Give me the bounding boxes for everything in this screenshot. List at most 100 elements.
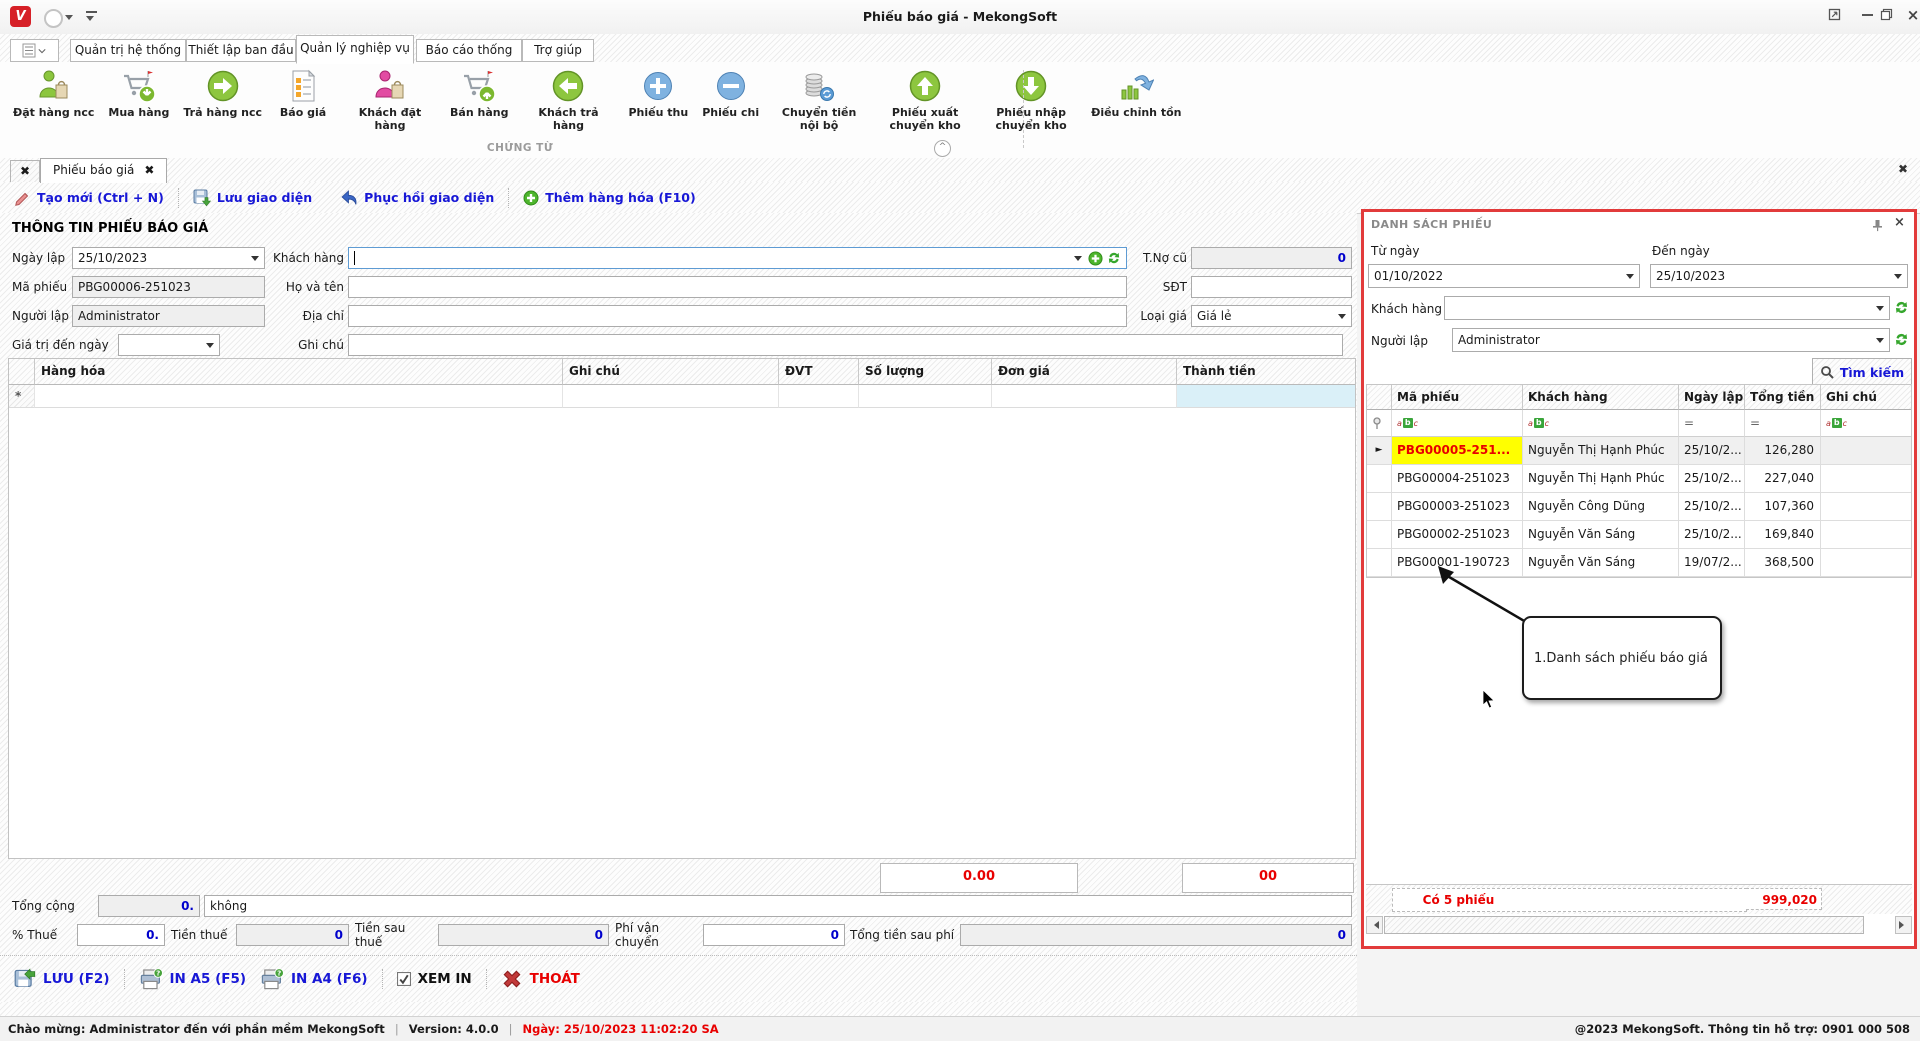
- col-thanh-tien[interactable]: Thành tiền: [1177, 359, 1355, 385]
- items-grid-new-row[interactable]: *: [9, 385, 1355, 408]
- chevron-down-icon[interactable]: [1074, 255, 1082, 265]
- restore-layout-button[interactable]: Phục hồi giao diện: [326, 189, 508, 207]
- table-row[interactable]: PBG00003-251023 Nguyễn Công Dũng 25/10/2…: [1367, 493, 1911, 521]
- tab-thiet-lap-ban-dau[interactable]: Thiết lập ban đầu: [186, 39, 296, 62]
- panel-khach-hang-combo[interactable]: [1444, 296, 1890, 320]
- chevron-down-icon[interactable]: [1894, 273, 1902, 283]
- minimize-icon[interactable]: [1856, 14, 1878, 32]
- tong-cong-text[interactable]: không: [204, 895, 1352, 917]
- tab-phieu-bao-gia[interactable]: Phiếu báo giá ✖: [40, 158, 168, 183]
- scroll-right-icon[interactable]: [1895, 916, 1912, 934]
- new-row-cell[interactable]: [35, 385, 563, 408]
- loai-gia-combo[interactable]: Giá lẻ: [1191, 305, 1352, 327]
- restore-icon[interactable]: [1880, 8, 1902, 26]
- dia-chi-input[interactable]: [348, 305, 1127, 327]
- tab-close-left-icon[interactable]: ✖: [10, 160, 40, 183]
- add-item-button[interactable]: Thêm hàng hóa (F10): [509, 190, 709, 206]
- den-ngay-combo[interactable]: 25/10/2023: [1650, 264, 1908, 288]
- filter-ngay-lap[interactable]: =: [1679, 410, 1745, 437]
- toolbar-customize-icon[interactable]: [86, 11, 97, 25]
- col-don-gia[interactable]: Đơn giá: [992, 359, 1177, 385]
- new-row-cell[interactable]: [563, 385, 779, 408]
- refresh-icon[interactable]: [1894, 300, 1909, 315]
- new-row-cell-thanh-tien[interactable]: [1177, 385, 1355, 408]
- ribbon-item-chuyen-tien-noi-bo[interactable]: Chuyển tiền nội bộ: [766, 66, 872, 134]
- table-row[interactable]: PBG00002-251023 Nguyễn Văn Sáng 25/10/2.…: [1367, 521, 1911, 549]
- ribbon-item-mua-hang[interactable]: Mua hàng: [101, 66, 176, 122]
- quick-access-icon[interactable]: [44, 9, 63, 28]
- ribbon-item-bao-gia[interactable]: Báo giá: [269, 66, 337, 122]
- gia-tri-den-ngay-combo[interactable]: [118, 334, 220, 356]
- col-ghi-chu[interactable]: Ghi chú: [563, 359, 779, 385]
- ribbon-item-dieu-chinh-ton[interactable]: Điều chỉnh tồn: [1084, 66, 1188, 122]
- filter-ghi-chu[interactable]: abc: [1821, 410, 1911, 437]
- scroll-left-icon[interactable]: [1366, 916, 1383, 934]
- ribbon-item-ban-hang[interactable]: Bán hàng: [443, 66, 515, 122]
- ribbon-item-phieu-xuat-chuyen-kho[interactable]: Phiếu xuất chuyển kho: [872, 66, 978, 134]
- preview-checkbox[interactable]: XEM IN: [396, 971, 472, 987]
- tab-quan-ly-nghiep-vu[interactable]: Quản lý nghiệp vụ: [296, 35, 414, 64]
- ribbon-item-dat-hang-ncc[interactable]: Đặt hàng ncc: [6, 66, 101, 122]
- chevron-down-icon[interactable]: [1876, 305, 1884, 315]
- new-row-cell[interactable]: [859, 385, 992, 408]
- col-so-luong[interactable]: Số lượng: [859, 359, 992, 385]
- save-button[interactable]: LƯU (F2): [14, 968, 110, 990]
- items-grid-body[interactable]: [9, 408, 1355, 858]
- chevron-down-icon[interactable]: [1626, 273, 1634, 283]
- ribbon-item-phieu-thu[interactable]: Phiếu thu: [621, 66, 695, 122]
- ribbon-item-khach-dat-hang[interactable]: Khách đặt hàng: [337, 66, 443, 134]
- new-row-cell[interactable]: [992, 385, 1177, 408]
- ribbon-item-phieu-chi[interactable]: Phiếu chi: [695, 66, 766, 122]
- table-row[interactable]: ► PBG00005-251... Nguyễn Thị Hạnh Phúc 2…: [1367, 437, 1911, 465]
- ngay-lap-combo[interactable]: 25/10/2023: [72, 247, 265, 269]
- new-button[interactable]: Tạo mới (Ctrl + N): [0, 189, 178, 206]
- ribbon-collapse-icon[interactable]: ^: [934, 140, 951, 157]
- thue-input[interactable]: 0.: [77, 924, 165, 946]
- checkbox-checked-icon[interactable]: [396, 972, 411, 986]
- save-layout-button[interactable]: Lưu giao diện: [179, 189, 326, 207]
- filter-tong-tien[interactable]: =: [1745, 410, 1821, 437]
- chevron-down-icon[interactable]: [206, 342, 214, 352]
- ribbon-item-khach-tra-hang[interactable]: Khách trả hàng: [515, 66, 621, 134]
- ribbon-item-tra-hang-ncc[interactable]: Trả hàng ncc: [176, 66, 269, 122]
- col-ma-phieu[interactable]: Mã phiếu: [1392, 385, 1523, 410]
- filter-pin-icon[interactable]: [1367, 410, 1392, 437]
- tab-quan-tri-he-thong[interactable]: Quản trị hệ thống: [70, 39, 186, 62]
- pin-icon[interactable]: [1872, 219, 1883, 232]
- close-icon[interactable]: ×: [1902, 6, 1920, 24]
- tab-tro-giup[interactable]: Trợ giúp: [522, 39, 594, 62]
- tu-ngay-combo[interactable]: 01/10/2022: [1368, 264, 1640, 288]
- new-row-cell[interactable]: [779, 385, 859, 408]
- table-row[interactable]: PBG00004-251023 Nguyễn Thị Hạnh Phúc 25/…: [1367, 465, 1911, 493]
- panel-nguoi-lap-combo[interactable]: Administrator: [1452, 328, 1890, 352]
- exit-button[interactable]: THOÁT: [501, 968, 580, 990]
- print-a5-button[interactable]: ? IN A5 (F5): [139, 968, 246, 990]
- col-ngay-lap[interactable]: Ngày lập: [1679, 385, 1745, 410]
- fullscreen-icon[interactable]: [1828, 8, 1850, 26]
- refresh-icon[interactable]: [1107, 251, 1121, 265]
- ribbon-item-phieu-nhap-chuyen-kho[interactable]: Phiếu nhập chuyển kho: [978, 66, 1084, 134]
- col-khach-hang[interactable]: Khách hàng: [1523, 385, 1679, 410]
- tab-close-icon[interactable]: ✖: [144, 163, 154, 177]
- khach-hang-input[interactable]: [348, 247, 1127, 269]
- print-a4-button[interactable]: ? IN A4 (F6): [260, 968, 368, 990]
- ghi-chu-input[interactable]: [348, 334, 1343, 356]
- panel-close-icon[interactable]: ×: [1894, 215, 1905, 230]
- menu-list-button[interactable]: [10, 39, 59, 62]
- filter-khach-hang[interactable]: abc: [1523, 410, 1679, 437]
- chevron-down-icon[interactable]: [1338, 313, 1346, 323]
- col-hang-hoa[interactable]: Hàng hóa: [35, 359, 563, 385]
- col-ghi-chu[interactable]: Ghi chú: [1821, 385, 1911, 410]
- phi-van-chuyen-input[interactable]: 0: [703, 924, 845, 946]
- search-button[interactable]: Tìm kiếm: [1812, 358, 1912, 386]
- col-dvt[interactable]: ĐVT: [779, 359, 859, 385]
- add-customer-icon[interactable]: [1088, 250, 1103, 266]
- col-tong-tien[interactable]: Tổng tiền: [1745, 385, 1821, 410]
- tab-bao-cao-thong-ke[interactable]: Báo cáo thống kê: [416, 39, 522, 78]
- ho-va-ten-input[interactable]: [348, 276, 1127, 298]
- sdt-input[interactable]: [1191, 276, 1352, 298]
- scrollbar-thumb[interactable]: [1384, 916, 1864, 934]
- chevron-down-icon[interactable]: [1876, 337, 1884, 347]
- quick-access-dropdown-icon[interactable]: [65, 15, 73, 24]
- filter-ma-phieu[interactable]: abc: [1392, 410, 1523, 437]
